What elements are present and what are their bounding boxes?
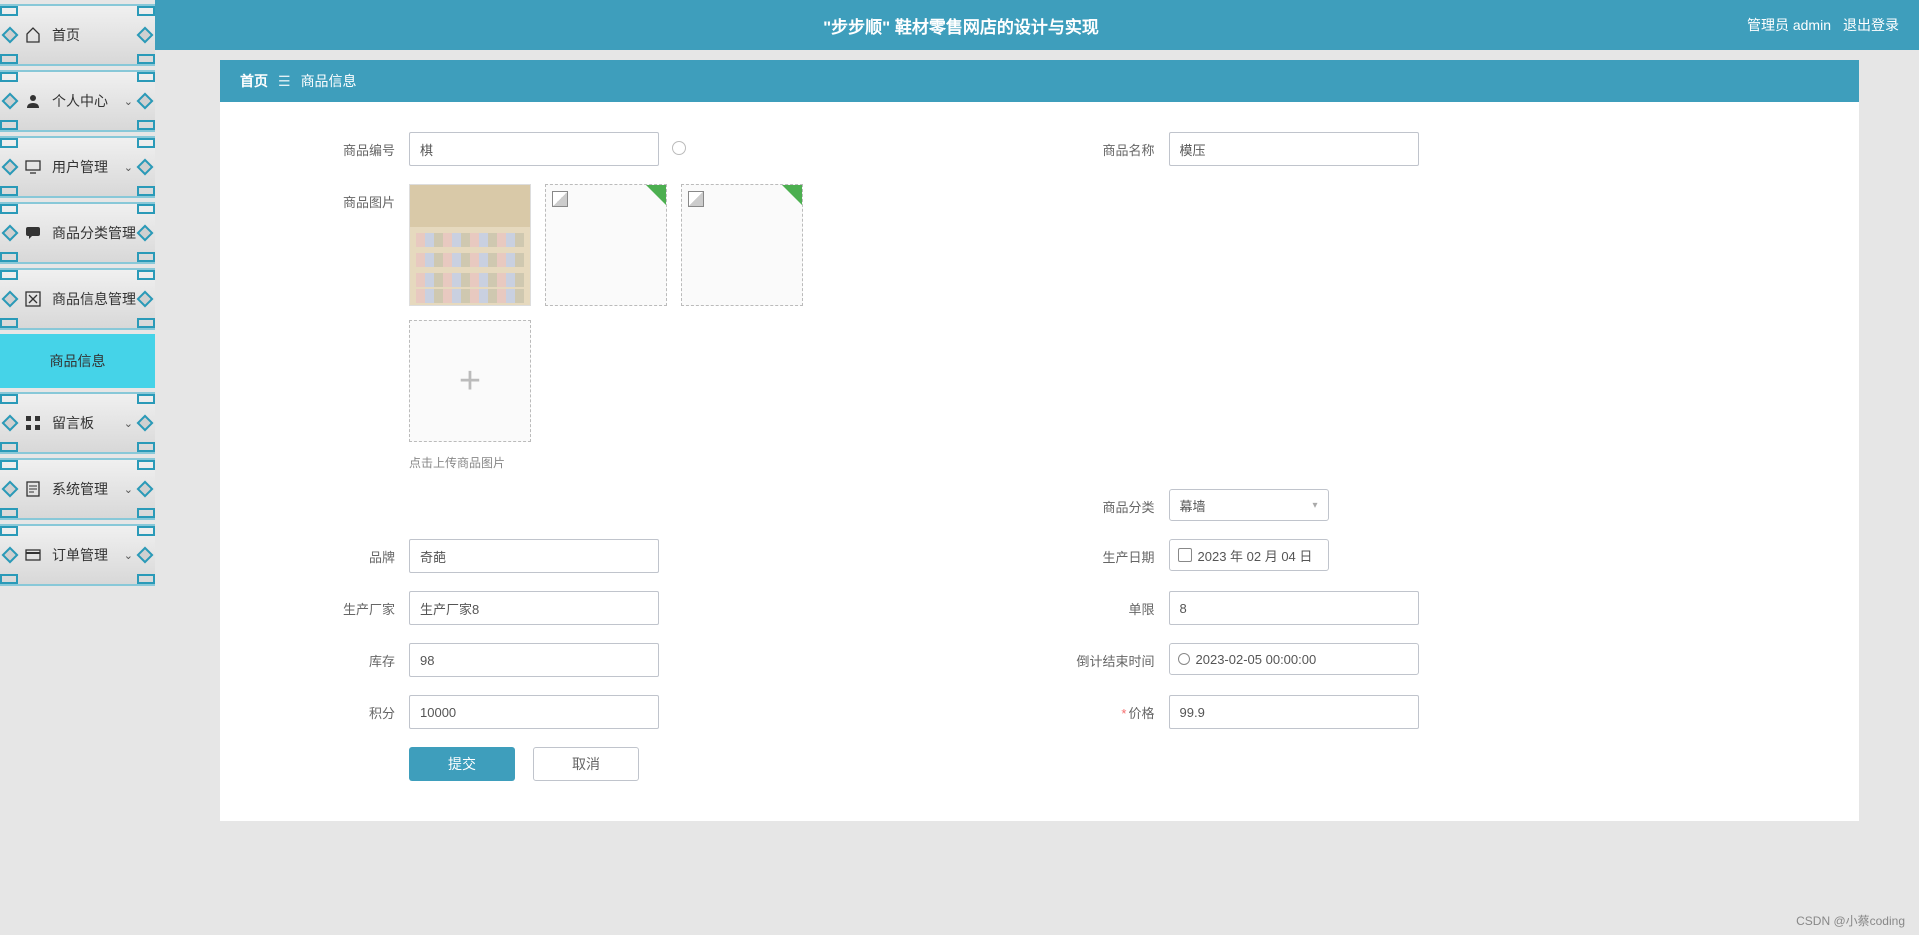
nav-category-mgmt[interactable]: 商品分类管理 ⌄ xyxy=(0,202,155,264)
select-category-value: 幕墙 xyxy=(1180,496,1206,515)
doc-icon xyxy=(24,480,42,498)
main-content: 首页 ☰ 商品信息 商品编号 商品名称 商品图片 xyxy=(160,60,1919,861)
clock-icon xyxy=(1178,653,1190,665)
product-form: 商品编号 商品名称 商品图片 xyxy=(220,102,1859,821)
admin-label[interactable]: 管理员 admin xyxy=(1747,15,1831,35)
nav-label: 用户管理 xyxy=(52,157,108,177)
monitor-icon xyxy=(24,158,42,176)
app-title: "步步顺" 鞋材零售网店的设计与实现 xyxy=(175,13,1747,38)
watermark: CSDN @小蔡coding xyxy=(1796,912,1905,929)
select-category[interactable]: 幕墙 ▾ xyxy=(1169,489,1329,521)
input-countdown[interactable]: 2023-02-05 00:00:00 xyxy=(1169,643,1419,675)
label-product-no: 商品编号 xyxy=(310,132,395,159)
input-brand[interactable] xyxy=(409,539,659,573)
upload-hint: 点击上传商品图片 xyxy=(409,454,803,471)
chevron-down-icon: ⌄ xyxy=(124,483,133,496)
label-brand: 品牌 xyxy=(310,539,395,566)
card-icon xyxy=(24,546,42,564)
label-manufacturer: 生产厂家 xyxy=(310,591,395,618)
label-stock: 库存 xyxy=(310,643,395,670)
home-icon xyxy=(24,26,42,44)
chevron-up-icon: ⌃ xyxy=(124,293,133,306)
nav-label: 订单管理 xyxy=(52,545,108,565)
nav-label: 个人中心 xyxy=(52,91,108,111)
label-category: 商品分类 xyxy=(1070,489,1155,516)
nav-system-mgmt[interactable]: 系统管理 ⌄ xyxy=(0,458,155,520)
radio-icon[interactable] xyxy=(672,141,686,155)
grid-icon xyxy=(24,414,42,432)
header: "步步顺" 鞋材零售网店的设计与实现 管理员 admin 退出登录 xyxy=(0,0,1919,50)
user-icon xyxy=(24,92,42,110)
cancel-button[interactable]: 取消 xyxy=(533,747,639,781)
chevron-down-icon: ⌄ xyxy=(124,227,133,240)
chevron-down-icon: ⌄ xyxy=(124,95,133,108)
breadcrumb-current: 商品信息 xyxy=(301,71,357,91)
nav-product-info-mgmt[interactable]: 商品信息管理 ⌃ xyxy=(0,268,155,330)
input-product-name[interactable] xyxy=(1169,132,1419,166)
breadcrumb-home[interactable]: 首页 xyxy=(240,71,268,91)
label-countdown: 倒计结束时间 xyxy=(1070,643,1155,670)
calendar-icon xyxy=(1178,548,1192,562)
product-image-2-uploading[interactable] xyxy=(545,184,667,306)
nav-order-mgmt[interactable]: 订单管理 ⌄ xyxy=(0,524,155,586)
nav-sub-label: 商品信息 xyxy=(50,351,106,371)
chevron-down-icon: ⌄ xyxy=(124,417,133,430)
add-image-button[interactable]: + xyxy=(409,320,531,442)
input-manufacturer[interactable] xyxy=(409,591,659,625)
product-image-1[interactable] xyxy=(409,184,531,306)
label-points: 积分 xyxy=(310,695,395,722)
nav-label: 首页 xyxy=(52,25,80,45)
input-points[interactable] xyxy=(409,695,659,729)
nav-label: 留言板 xyxy=(52,413,94,433)
label-product-img: 商品图片 xyxy=(310,184,395,211)
sidebar: 首页 个人中心 ⌄ 用户管理 ⌄ 商品分类管理 ⌄ 商品信息管理 ⌃ 商品信息 … xyxy=(0,0,155,935)
nav-label: 系统管理 xyxy=(52,479,108,499)
label-limit: 单限 xyxy=(1070,591,1155,618)
input-prod-date[interactable]: 2023 年 02 月 04 日 xyxy=(1169,539,1329,571)
nav-sub-product-info[interactable]: 商品信息 xyxy=(0,334,155,388)
submit-button[interactable]: 提交 xyxy=(409,747,515,781)
nav-user-mgmt[interactable]: 用户管理 ⌄ xyxy=(0,136,155,198)
nav-personal-center[interactable]: 个人中心 ⌄ xyxy=(0,70,155,132)
nav-message-board[interactable]: 留言板 ⌄ xyxy=(0,392,155,454)
logout-link[interactable]: 退出登录 xyxy=(1843,15,1899,35)
label-product-name: 商品名称 xyxy=(1070,132,1155,159)
close-box-icon xyxy=(24,290,42,308)
countdown-value: 2023-02-05 00:00:00 xyxy=(1196,652,1317,667)
breadcrumb-sep: ☰ xyxy=(278,73,291,90)
chevron-down-icon: ⌄ xyxy=(124,549,133,562)
product-image-3-uploading[interactable] xyxy=(681,184,803,306)
label-prod-date: 生产日期 xyxy=(1070,539,1155,566)
chevron-down-icon: ▾ xyxy=(1312,500,1317,511)
prod-date-value: 2023 年 02 月 04 日 xyxy=(1198,546,1313,565)
chevron-down-icon: ⌄ xyxy=(124,161,133,174)
input-limit[interactable] xyxy=(1169,591,1419,625)
label-price: *价格 xyxy=(1070,695,1155,722)
chat-icon xyxy=(24,224,42,242)
input-stock[interactable] xyxy=(409,643,659,677)
input-price[interactable] xyxy=(1169,695,1419,729)
nav-home[interactable]: 首页 xyxy=(0,4,155,66)
breadcrumb: 首页 ☰ 商品信息 xyxy=(220,60,1859,102)
input-product-no[interactable] xyxy=(409,132,659,166)
